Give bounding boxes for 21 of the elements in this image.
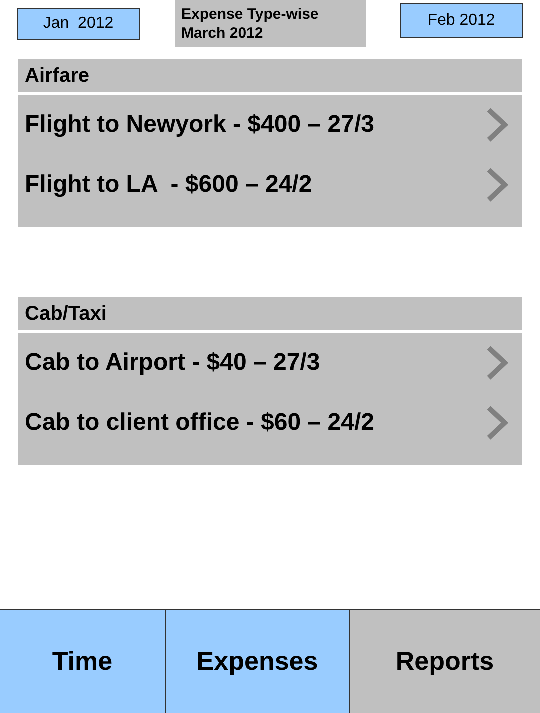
tab[interactable]: Time [0, 610, 166, 713]
tab[interactable]: Reports [350, 610, 540, 713]
expense-label: Flight to LA - $600 – 24/2 [25, 170, 312, 200]
title-text: Expense Type-wise [182, 4, 320, 24]
chevron-right-icon [486, 405, 508, 441]
chevron-right-icon [486, 107, 508, 143]
next-month-button[interactable]: Feb 2012 [400, 3, 523, 38]
expense-row[interactable]: Cab to Airport - $40 – 27/3 [18, 333, 522, 393]
expense-row[interactable]: Flight to LA - $600 – 24/2 [18, 155, 522, 215]
previous-month-button[interactable]: Jan 2012 [17, 8, 140, 40]
expense-label: Flight to Newyork - $400 – 27/3 [25, 110, 374, 140]
section-header: Airfare [18, 59, 522, 92]
month-text: March 2012 [182, 24, 264, 42]
expense-label: Cab to client office - $60 – 24/2 [25, 408, 374, 438]
tab[interactable]: Expenses [166, 610, 350, 713]
expense-row[interactable]: Flight to Newyork - $400 – 27/3 [18, 95, 522, 155]
expense-row[interactable]: Cab to client office - $60 – 24/2 [18, 393, 522, 453]
chevron-right-icon [486, 167, 508, 203]
section-header: Cab/Taxi [18, 297, 522, 330]
chevron-right-icon [486, 345, 508, 381]
expense-label: Cab to Airport - $40 – 27/3 [25, 348, 320, 378]
